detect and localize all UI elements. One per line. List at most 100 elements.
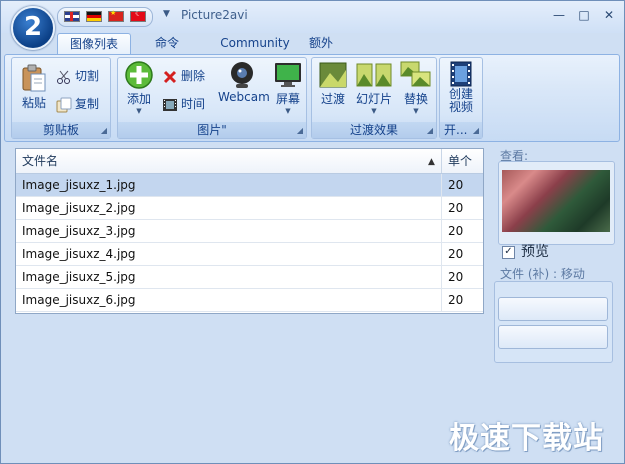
pictures-group-label: 图片"	[118, 122, 306, 138]
table-row[interactable]: Image_jisuxz_6.jpg 20	[16, 289, 483, 312]
replace-icon	[400, 61, 431, 87]
row-filename: Image_jisuxz_4.jpg	[16, 243, 442, 265]
row-filename: Image_jisuxz_5.jpg	[16, 266, 442, 288]
open-launcher-icon[interactable]: ◢	[473, 126, 479, 135]
webcam-button[interactable]: Webcam	[218, 60, 270, 104]
tab-commands[interactable]: 命令	[143, 33, 191, 54]
add-dropdown-icon: ▼	[136, 107, 142, 115]
image-file-list[interactable]: 文件名 ▲ 单个 Image_jisuxz_1.jpg 20 Image_jis…	[15, 148, 484, 314]
preview-checkbox-label: 预览	[521, 244, 549, 260]
row-filename: Image_jisuxz_1.jpg	[16, 174, 442, 196]
watermark-text: 极速下载站	[449, 421, 604, 456]
copy-button[interactable]: 复制	[56, 94, 99, 114]
film-icon	[163, 98, 177, 111]
row-count: 20	[448, 178, 464, 192]
copy-label: 复制	[75, 97, 100, 111]
transitions-group: 过渡 幻灯片 ▼ 替换 ▼ 过渡效果 ◢	[311, 57, 437, 139]
list-header: 文件名 ▲ 单个	[16, 149, 483, 174]
sort-ascending-icon: ▲	[428, 157, 435, 167]
move-up-button[interactable]	[498, 297, 608, 321]
app-menu-button[interactable]: 2	[11, 6, 55, 50]
webcam-icon	[231, 62, 253, 88]
clipboard-launcher-icon[interactable]: ◢	[101, 126, 107, 135]
table-row[interactable]: Image_jisuxz_1.jpg 20	[16, 174, 483, 197]
minimize-button[interactable]: —	[549, 7, 569, 23]
row-filename: Image_jisuxz_6.jpg	[16, 289, 442, 311]
row-filename: Image_jisuxz_2.jpg	[16, 197, 442, 219]
table-row[interactable]: Image_jisuxz_2.jpg 20	[16, 197, 483, 220]
column-header-filename[interactable]: 文件名	[16, 149, 442, 173]
move-down-button[interactable]	[498, 325, 608, 349]
tab-community[interactable]: Community	[209, 33, 301, 54]
row-count: 20	[448, 247, 464, 261]
slideshow-dropdown-icon: ▼	[371, 107, 377, 115]
add-icon	[125, 61, 153, 89]
pictures-launcher-icon[interactable]: ◢	[297, 126, 303, 135]
window-title: Picture2avi	[181, 8, 248, 22]
video-film-icon	[450, 61, 472, 87]
webcam-label: Webcam	[218, 90, 270, 104]
slideshow-button[interactable]: 幻灯片 ▼	[354, 60, 394, 115]
german-flag-icon[interactable]	[86, 11, 102, 22]
file-move-label: 文件 (补) : 移动	[500, 267, 585, 281]
close-button[interactable]: ✕	[599, 7, 619, 23]
add-button[interactable]: 添加 ▼	[122, 60, 156, 115]
app-window: ▼ Picture2avi — □ ✕ 2 图像列表 命令 Community …	[0, 0, 625, 464]
paste-icon	[22, 64, 46, 92]
monitor-icon	[275, 63, 301, 87]
table-row[interactable]: Image_jisuxz_3.jpg 20	[16, 220, 483, 243]
transition-button[interactable]: 过渡	[316, 60, 350, 107]
chinese-flag-icon[interactable]	[108, 9, 124, 22]
paste-button[interactable]: 粘贴	[16, 62, 52, 111]
create-video-label-2: 视频	[448, 100, 473, 114]
maximize-button[interactable]: □	[574, 7, 594, 23]
delete-icon	[163, 70, 177, 83]
delete-label: 删除	[181, 69, 206, 83]
copy-icon	[56, 97, 72, 112]
screen-dropdown-icon: ▼	[285, 107, 291, 115]
preview-frame	[498, 161, 615, 245]
qat-dropdown-icon[interactable]: ▼	[163, 9, 170, 19]
clipboard-group: 粘贴 切割 复制 剪贴板 ◢	[11, 57, 111, 139]
row-filename: Image_jisuxz_3.jpg	[16, 220, 442, 242]
create-video-button[interactable]: 创建 视频	[442, 60, 480, 114]
table-row[interactable]: Image_jisuxz_5.jpg 20	[16, 266, 483, 289]
column-header-count[interactable]: 单个	[442, 149, 483, 173]
pictures-group: 添加 ▼ 删除 时间 Webcam 屏幕 ▼ 图片" ◢	[117, 57, 307, 139]
cut-label: 切割	[75, 69, 100, 83]
slideshow-icon	[356, 63, 392, 87]
row-count: 20	[448, 224, 464, 238]
paste-label: 粘贴	[21, 96, 46, 110]
scissors-icon	[57, 70, 70, 84]
transition-label: 过渡	[320, 92, 345, 106]
row-count: 20	[448, 201, 464, 215]
preview-thumbnail	[502, 170, 610, 232]
preview-checkbox[interactable]: ✓	[502, 245, 515, 259]
screen-label: 屏幕	[275, 92, 300, 106]
time-label: 时间	[181, 97, 206, 111]
ribbon: 粘贴 切割 复制 剪贴板 ◢ 添加 ▼ 删除 时间 Webcam 屏幕 ▼ 图片…	[4, 54, 620, 142]
tab-extra[interactable]: 额外	[297, 33, 345, 54]
open-group: 创建 视频 开... ◢	[439, 57, 483, 139]
replace-button[interactable]: 替换 ▼	[398, 60, 434, 115]
slideshow-label: 幻灯片	[355, 92, 392, 106]
tab-image-list[interactable]: 图像列表	[57, 33, 131, 54]
preview-checkbox-row[interactable]: ✓ 预览	[502, 244, 549, 260]
transitions-launcher-icon[interactable]: ◢	[427, 126, 433, 135]
screen-button[interactable]: 屏幕 ▼	[272, 60, 304, 115]
uk-flag-icon[interactable]	[64, 11, 80, 22]
transition-icon	[319, 62, 347, 88]
table-row[interactable]: Image_jisuxz_4.jpg 20	[16, 243, 483, 266]
quick-access-toolbar	[57, 7, 153, 27]
replace-label: 替换	[403, 92, 428, 106]
clipboard-group-label: 剪贴板	[12, 122, 110, 138]
delete-button[interactable]: 删除	[162, 66, 205, 86]
title-bar: ▼ Picture2avi — □ ✕	[1, 1, 624, 33]
turkish-flag-icon[interactable]	[130, 9, 146, 22]
row-count: 20	[448, 293, 464, 307]
replace-dropdown-icon: ▼	[413, 107, 419, 115]
row-count: 20	[448, 270, 464, 284]
time-button[interactable]: 时间	[162, 94, 205, 114]
cut-button[interactable]: 切割	[56, 66, 99, 86]
add-label: 添加	[126, 92, 151, 106]
